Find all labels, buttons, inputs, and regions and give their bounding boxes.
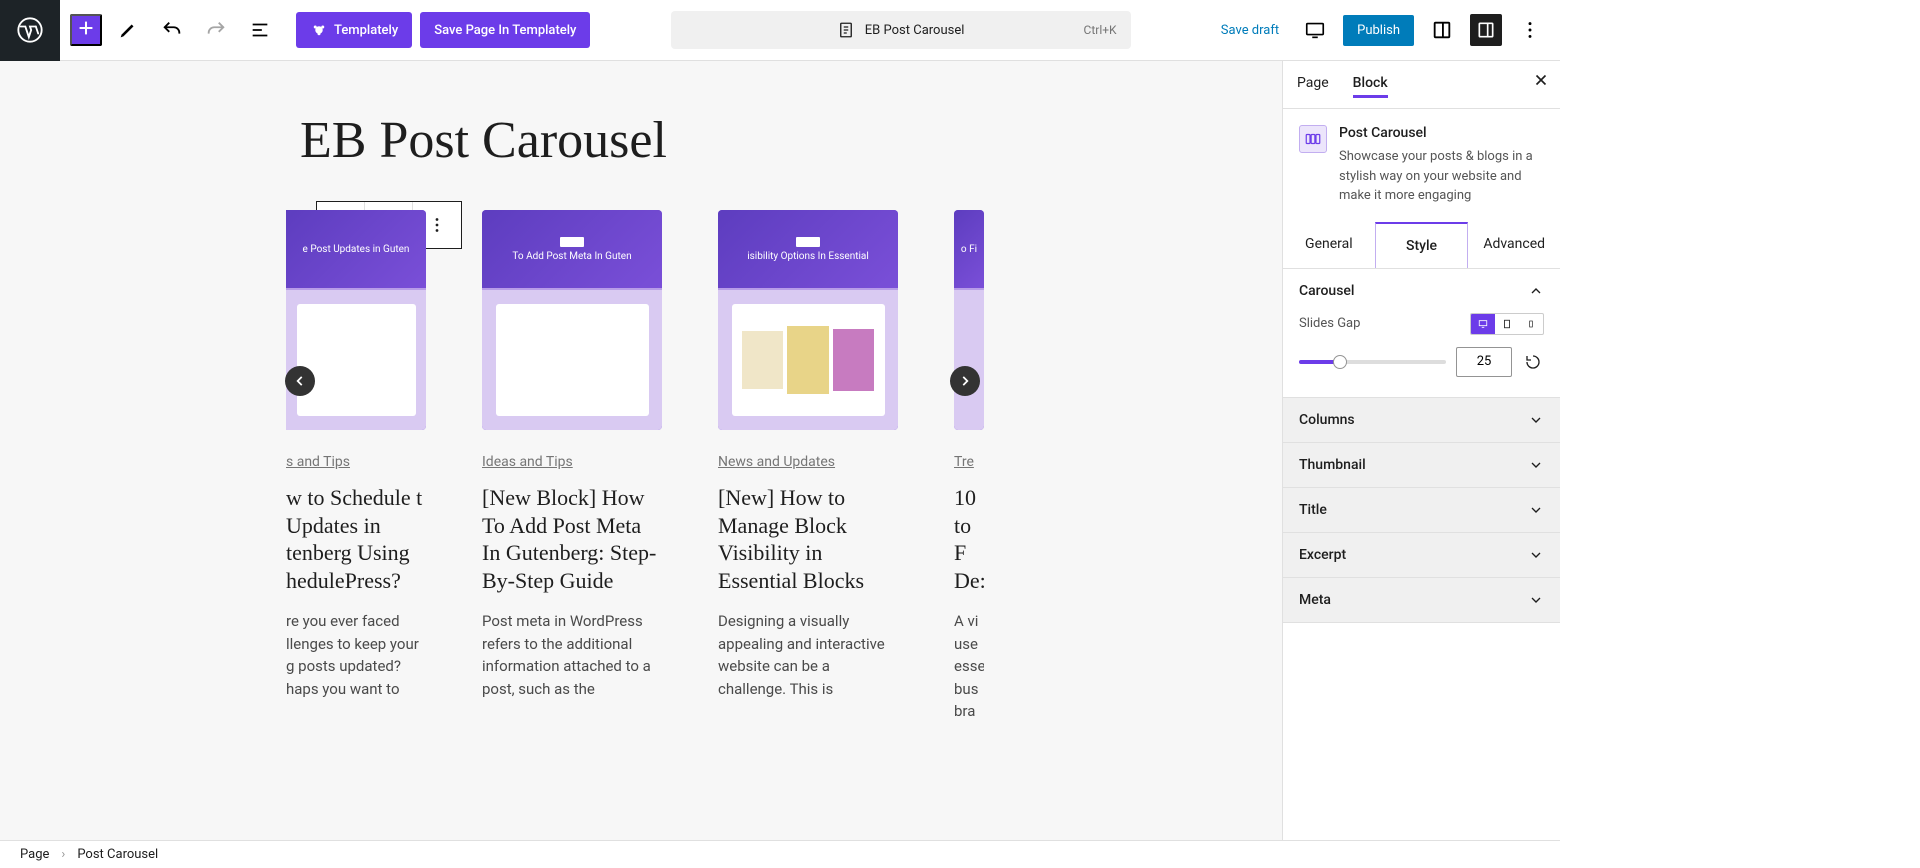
block-name: Post Carousel bbox=[1339, 125, 1544, 141]
shortcut-hint: Ctrl+K bbox=[1084, 23, 1117, 37]
carousel-slide: e Post Updates in Guten s and Tips w to … bbox=[286, 210, 426, 723]
close-sidebar-button[interactable] bbox=[1532, 71, 1550, 93]
panel-carousel: Carousel Slides Gap bbox=[1283, 269, 1560, 398]
breadcrumb-root[interactable]: Page bbox=[20, 847, 49, 862]
panel-carousel-head[interactable]: Carousel bbox=[1283, 269, 1560, 313]
responsive-toggle bbox=[1470, 313, 1544, 335]
editor-canvas[interactable]: EB Post Carousel e Post Updat bbox=[0, 61, 1282, 840]
post-carousel-block[interactable]: e Post Updates in Guten s and Tips w to … bbox=[286, 210, 1282, 723]
slide-thumbnail: To Add Post Meta In Guten bbox=[482, 210, 662, 430]
panel-columns: Columns bbox=[1283, 398, 1560, 443]
slide-category[interactable]: Tre bbox=[954, 454, 984, 470]
device-desktop-button[interactable] bbox=[1471, 314, 1495, 334]
slide-title: [New] How to Manage Block Visibility in … bbox=[718, 484, 898, 594]
chevron-down-icon bbox=[1528, 547, 1544, 563]
essential-blocks-panel-button[interactable] bbox=[1424, 12, 1460, 48]
preview-button[interactable] bbox=[1297, 12, 1333, 48]
panel-title: Title bbox=[1283, 488, 1560, 533]
carousel-prev-button[interactable] bbox=[285, 366, 315, 396]
device-mobile-button[interactable] bbox=[1519, 314, 1543, 334]
tab-advanced[interactable]: Advanced bbox=[1468, 222, 1560, 268]
chevron-down-icon bbox=[1528, 502, 1544, 518]
publish-button[interactable]: Publish bbox=[1343, 15, 1414, 46]
save-templately-label: Save Page In Templately bbox=[434, 23, 576, 38]
settings-sidebar: Page Block Post Carousel Showcase your p… bbox=[1282, 61, 1560, 840]
slide-title: 10 to F De: bbox=[954, 484, 984, 594]
templately-label: Templately bbox=[334, 23, 398, 38]
tab-block[interactable]: Block bbox=[1353, 72, 1388, 98]
options-button[interactable] bbox=[1512, 12, 1548, 48]
document-title-text: EB Post Carousel bbox=[865, 23, 965, 38]
panel-meta: Meta bbox=[1283, 578, 1560, 623]
templately-button[interactable]: Templately bbox=[296, 12, 412, 48]
chevron-down-icon bbox=[1528, 592, 1544, 608]
slides-gap-slider[interactable] bbox=[1299, 360, 1446, 364]
chevron-down-icon bbox=[1528, 412, 1544, 428]
breadcrumb-current[interactable]: Post Carousel bbox=[77, 847, 158, 862]
panel-excerpt-head[interactable]: Excerpt bbox=[1283, 533, 1560, 577]
document-overview-button[interactable] bbox=[242, 12, 278, 48]
top-toolbar: Templately Save Page In Templately EB Po… bbox=[0, 0, 1560, 61]
block-settings-tabs: General Style Advanced bbox=[1283, 222, 1560, 269]
block-info: Post Carousel Showcase your posts & blog… bbox=[1283, 109, 1560, 222]
panel-excerpt: Excerpt bbox=[1283, 533, 1560, 578]
carousel-next-button[interactable] bbox=[950, 366, 980, 396]
post-carousel-icon bbox=[1299, 125, 1327, 153]
chevron-right-icon: › bbox=[61, 847, 65, 862]
breadcrumb-bar: Page › Post Carousel bbox=[0, 840, 1560, 868]
slide-excerpt: re you ever faced llenges to keep your g… bbox=[286, 610, 426, 700]
device-tablet-button[interactable] bbox=[1495, 314, 1519, 334]
tab-general[interactable]: General bbox=[1283, 222, 1375, 268]
add-block-button[interactable] bbox=[70, 14, 102, 46]
save-templately-button[interactable]: Save Page In Templately bbox=[420, 12, 590, 48]
slides-gap-label: Slides Gap bbox=[1299, 316, 1360, 331]
edit-mode-button[interactable] bbox=[110, 12, 146, 48]
panel-thumbnail-head[interactable]: Thumbnail bbox=[1283, 443, 1560, 487]
document-title-bar[interactable]: EB Post Carousel Ctrl+K bbox=[671, 11, 1131, 49]
wordpress-logo[interactable] bbox=[0, 0, 60, 61]
slide-excerpt: A vi use esse bus bra bbox=[954, 610, 984, 723]
panel-meta-head[interactable]: Meta bbox=[1283, 578, 1560, 622]
carousel-slide: isibility Options In Essential News and … bbox=[718, 210, 898, 723]
block-description: Showcase your posts & blogs in a stylish… bbox=[1339, 147, 1544, 206]
chevron-up-icon bbox=[1528, 283, 1544, 299]
tab-style[interactable]: Style bbox=[1375, 222, 1469, 268]
carousel-slide: To Add Post Meta In Guten Ideas and Tips… bbox=[482, 210, 662, 723]
settings-panel-button[interactable] bbox=[1470, 14, 1502, 46]
slide-thumbnail: isibility Options In Essential bbox=[718, 210, 898, 430]
slides-gap-reset-button[interactable] bbox=[1522, 351, 1544, 373]
slides-gap-input[interactable] bbox=[1456, 347, 1512, 377]
slide-excerpt: Post meta in WordPress refers to the add… bbox=[482, 610, 662, 700]
chevron-down-icon bbox=[1528, 457, 1544, 473]
slide-category[interactable]: Ideas and Tips bbox=[482, 454, 662, 470]
sidebar-tabs: Page Block bbox=[1283, 61, 1560, 109]
slide-thumbnail: e Post Updates in Guten bbox=[286, 210, 426, 430]
panel-title-head[interactable]: Title bbox=[1283, 488, 1560, 532]
carousel-slide: o Fi Tre 10 to F De: A vi use esse bus b… bbox=[954, 210, 984, 723]
tab-page[interactable]: Page bbox=[1297, 75, 1329, 95]
panel-thumbnail: Thumbnail bbox=[1283, 443, 1560, 488]
slide-thumbnail: o Fi bbox=[954, 210, 984, 430]
save-draft-button[interactable]: Save draft bbox=[1213, 17, 1287, 44]
panel-columns-head[interactable]: Columns bbox=[1283, 398, 1560, 442]
slide-title: [New Block] How To Add Post Meta In Gute… bbox=[482, 484, 662, 594]
undo-button[interactable] bbox=[154, 12, 190, 48]
slide-category[interactable]: News and Updates bbox=[718, 454, 898, 470]
slide-category[interactable]: s and Tips bbox=[286, 454, 426, 470]
slide-excerpt: Designing a visually appealing and inter… bbox=[718, 610, 898, 700]
page-title[interactable]: EB Post Carousel bbox=[300, 111, 1282, 170]
redo-button[interactable] bbox=[198, 12, 234, 48]
slide-title: w to Schedule t Updates in tenberg Using… bbox=[286, 484, 426, 594]
